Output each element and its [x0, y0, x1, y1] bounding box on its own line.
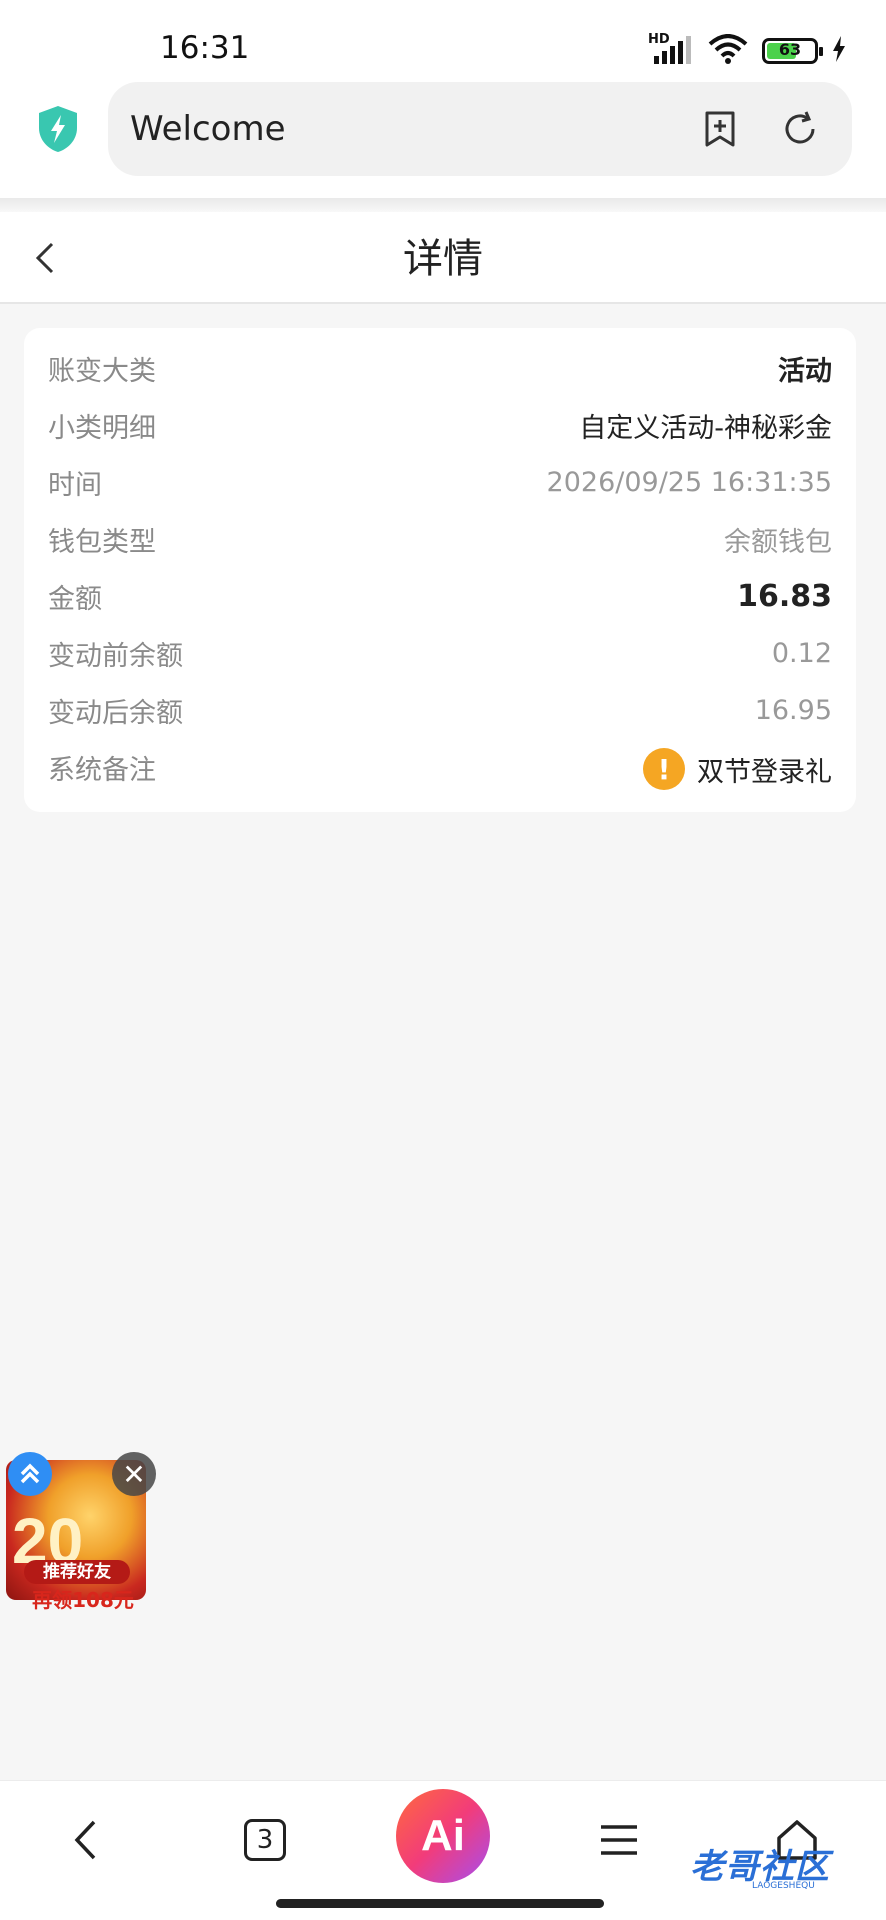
remark-value: ! 双节登录礼: [643, 748, 832, 790]
detail-value: 活动: [778, 355, 832, 387]
signal-icon: HD: [648, 32, 694, 66]
detail-row: 时间 2026/09/25 16:31:35: [48, 462, 832, 502]
browser-toolbar: Welcome: [0, 80, 886, 198]
amount-value: 16.83: [737, 578, 832, 614]
detail-label: 变动前余额: [48, 640, 183, 672]
detail-row: 金额 16.83: [48, 576, 832, 616]
tabs-button[interactable]: 3: [230, 1805, 300, 1875]
detail-row: 变动后余额 16.95: [48, 690, 832, 730]
detail-label: 金额: [48, 583, 102, 615]
detail-label: 账变大类: [48, 355, 156, 387]
page-url-title[interactable]: Welcome: [130, 109, 286, 149]
detail-value: 双节登录礼: [697, 756, 832, 788]
detail-value: 2026/09/25 16:31:35: [546, 466, 832, 498]
detail-value: 0.12: [771, 637, 832, 669]
detail-value: 16.95: [754, 694, 832, 726]
detail-label: 钱包类型: [48, 526, 156, 558]
collapse-up-icon[interactable]: [8, 1452, 52, 1496]
screen: 16:31 HD 63 Welcome 详情 账变大类 活动 小类明细 自定义活…: [0, 0, 886, 1920]
status-bar: 16:31 HD 63: [0, 0, 886, 80]
home-indicator[interactable]: [276, 1899, 604, 1908]
detail-value: 自定义活动-神秘彩金: [579, 412, 832, 444]
detail-label: 时间: [48, 469, 102, 501]
add-bookmark-icon[interactable]: [700, 109, 740, 149]
detail-row: 钱包类型 余额钱包: [48, 519, 832, 559]
floating-ad[interactable]: 20 推荐好友 再领108元 ✕: [6, 1452, 156, 1612]
warning-icon: !: [643, 748, 685, 790]
detail-label: 小类明细: [48, 412, 156, 444]
detail-label: 系统备注: [48, 755, 156, 786]
address-bar[interactable]: Welcome: [108, 82, 852, 176]
wifi-icon: [708, 34, 748, 68]
detail-row: 系统备注 ! 双节登录礼: [48, 748, 832, 790]
close-ad-button[interactable]: ✕: [112, 1452, 156, 1496]
shield-icon[interactable]: [36, 104, 80, 154]
tab-count: 3: [244, 1819, 286, 1861]
detail-value: 余额钱包: [724, 526, 832, 558]
watermark-subtext: LAOGESHEQU: [752, 1881, 815, 1891]
status-time: 16:31: [160, 30, 250, 66]
refresh-icon[interactable]: [780, 109, 820, 149]
ad-pill-text: 推荐好友: [24, 1560, 130, 1584]
detail-card: 账变大类 活动 小类明细 自定义活动-神秘彩金 时间 2026/09/25 16…: [24, 328, 856, 812]
detail-row: 账变大类 活动: [48, 348, 832, 388]
toolbar-shadow: [0, 198, 886, 212]
bottom-navigation: 3 Ai 老哥社区 LAOGESHEQU: [0, 1780, 886, 1920]
detail-row: 变动前余额 0.12: [48, 633, 832, 673]
ad-subtitle: 再领108元: [32, 1588, 134, 1612]
nav-back-icon[interactable]: [52, 1805, 122, 1875]
battery-level: 63: [778, 40, 802, 59]
page-title: 详情: [403, 236, 483, 282]
page-header: 详情: [0, 212, 886, 304]
detail-row: 小类明细 自定义活动-神秘彩金: [48, 405, 832, 445]
battery-icon: 63: [762, 38, 823, 64]
status-indicators: HD 63: [648, 32, 846, 68]
charging-icon: [832, 36, 846, 66]
detail-label: 变动后余额: [48, 697, 183, 729]
menu-icon[interactable]: [584, 1805, 654, 1875]
ai-assistant-button[interactable]: Ai: [396, 1789, 490, 1883]
